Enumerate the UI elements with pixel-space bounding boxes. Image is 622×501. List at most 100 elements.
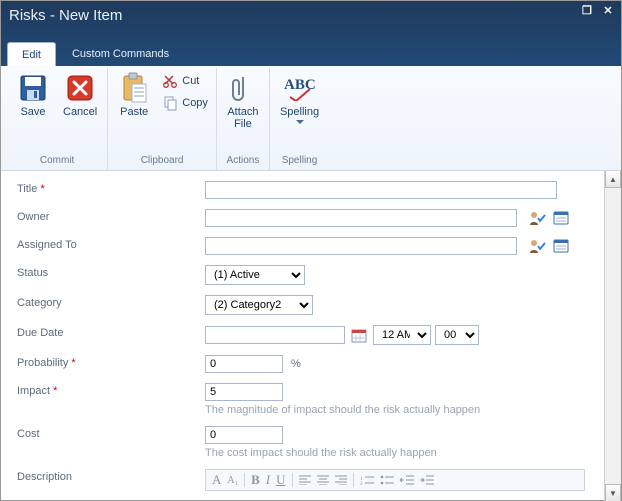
attach-file-button[interactable]: Attach File xyxy=(223,70,263,132)
bold-button[interactable]: B xyxy=(251,472,260,488)
window-header: Risks - New Item ❐ ✕ Edit Custom Command… xyxy=(1,1,621,66)
field-label: Title xyxy=(17,183,37,195)
bullet-list-button[interactable] xyxy=(380,475,394,485)
person-check-icon xyxy=(528,238,546,254)
button-label: Spelling xyxy=(280,106,319,118)
row-probability: Probability * % xyxy=(17,355,598,373)
row-impact: Impact * The magnitude of impact should … xyxy=(17,383,598,416)
field-label: Cost xyxy=(17,428,40,440)
window-title: Risks - New Item xyxy=(9,7,122,24)
cut-icon xyxy=(162,73,178,89)
required-indicator: * xyxy=(71,357,75,369)
status-select[interactable]: (1) Active xyxy=(205,265,305,285)
cancel-icon xyxy=(64,72,96,104)
calendar-icon xyxy=(351,327,367,343)
cut-button[interactable]: Cut xyxy=(160,72,210,90)
spelling-icon: ABC xyxy=(284,72,316,104)
tab-custom-commands[interactable]: Custom Commands xyxy=(58,42,183,66)
group-label: Commit xyxy=(13,152,101,170)
button-label: Save xyxy=(20,106,45,118)
outdent-button[interactable] xyxy=(400,475,414,485)
svg-text:ABC: ABC xyxy=(284,77,316,93)
ribbon: Save Cancel Commit Paste xyxy=(1,66,621,171)
field-label: Due Date xyxy=(17,327,63,339)
attach-icon xyxy=(227,72,259,104)
separator xyxy=(353,473,354,487)
group-label: Spelling xyxy=(276,152,323,170)
paste-button[interactable]: Paste xyxy=(114,70,154,120)
date-picker-button[interactable] xyxy=(349,326,369,344)
button-label: Paste xyxy=(120,106,148,118)
tab-edit[interactable]: Edit xyxy=(7,42,56,66)
button-label: Cancel xyxy=(63,106,97,118)
separator xyxy=(292,473,293,487)
person-check-icon xyxy=(528,210,546,226)
group-label: Clipboard xyxy=(114,152,210,170)
row-title: Title * xyxy=(17,181,598,199)
align-right-button[interactable] xyxy=(335,475,347,485)
row-owner: Owner xyxy=(17,209,598,227)
due-date-input[interactable] xyxy=(205,326,345,344)
field-label: Category xyxy=(17,297,62,309)
indent-button[interactable] xyxy=(420,475,434,485)
field-label: Description xyxy=(17,471,72,483)
vertical-scrollbar[interactable]: ▲ ▼ xyxy=(604,171,621,501)
owner-input[interactable] xyxy=(205,209,517,227)
cancel-button[interactable]: Cancel xyxy=(59,70,101,120)
ribbon-group-commit: Save Cancel Commit xyxy=(7,68,108,170)
required-indicator: * xyxy=(40,183,44,195)
spelling-button[interactable]: ABC Spelling xyxy=(276,70,323,126)
dropdown-arrow-icon xyxy=(296,120,304,124)
due-date-hour-select[interactable]: 12 AM xyxy=(373,325,431,345)
maximize-button[interactable]: ❐ xyxy=(580,6,594,18)
field-hint: The magnitude of impact should the risk … xyxy=(205,404,598,416)
italic-button[interactable]: I xyxy=(266,472,270,488)
tab-label: Edit xyxy=(22,49,41,61)
row-cost: Cost The cost impact should the risk act… xyxy=(17,426,598,459)
field-label: Probability xyxy=(17,357,68,369)
tab-label: Custom Commands xyxy=(72,48,169,60)
paste-icon xyxy=(118,72,150,104)
scroll-up-button[interactable]: ▲ xyxy=(605,171,621,188)
browse-people-button[interactable] xyxy=(551,237,571,255)
copy-button[interactable]: Copy xyxy=(160,94,210,112)
ribbon-group-actions: Attach File Actions xyxy=(217,68,270,170)
rich-text-toolbar: A A₁ B I U 12 xyxy=(205,469,585,491)
impact-input[interactable] xyxy=(205,383,283,401)
field-label: Status xyxy=(17,267,48,279)
highlight-button[interactable]: A₁ xyxy=(227,475,238,486)
button-label: Copy xyxy=(182,97,208,109)
save-icon xyxy=(17,72,49,104)
row-category: Category (2) Category2 xyxy=(17,295,598,315)
row-status: Status (1) Active xyxy=(17,265,598,285)
button-label: Cut xyxy=(182,75,199,87)
assigned-to-input[interactable] xyxy=(205,237,517,255)
browse-people-button[interactable] xyxy=(551,209,571,227)
cost-input[interactable] xyxy=(205,426,283,444)
align-center-button[interactable] xyxy=(317,475,329,485)
field-hint: The cost impact should the risk actually… xyxy=(205,447,598,459)
probability-input[interactable] xyxy=(205,355,283,373)
scroll-down-button[interactable]: ▼ xyxy=(605,484,621,501)
align-left-button[interactable] xyxy=(299,475,311,485)
ribbon-group-clipboard: Paste Cut Copy Clipboard xyxy=(108,68,217,170)
title-input[interactable] xyxy=(205,181,557,199)
save-button[interactable]: Save xyxy=(13,70,53,120)
button-label: Attach File xyxy=(227,106,258,130)
row-due-date: Due Date 12 AM 00 xyxy=(17,325,598,345)
row-assigned-to: Assigned To xyxy=(17,237,598,255)
font-color-button[interactable]: A xyxy=(212,472,221,488)
copy-icon xyxy=(162,95,178,111)
numbered-list-button[interactable]: 12 xyxy=(360,475,374,485)
field-label: Assigned To xyxy=(17,239,77,251)
ribbon-group-spelling: ABC Spelling Spelling xyxy=(270,68,329,170)
underline-button[interactable]: U xyxy=(276,472,285,488)
close-button[interactable]: ✕ xyxy=(601,6,615,18)
check-names-button[interactable] xyxy=(527,209,547,227)
svg-text:2: 2 xyxy=(360,482,363,485)
separator xyxy=(244,473,245,487)
check-names-button[interactable] xyxy=(527,237,547,255)
category-select[interactable]: (2) Category2 xyxy=(205,295,313,315)
address-book-icon xyxy=(552,238,570,254)
due-date-minute-select[interactable]: 00 xyxy=(435,325,479,345)
